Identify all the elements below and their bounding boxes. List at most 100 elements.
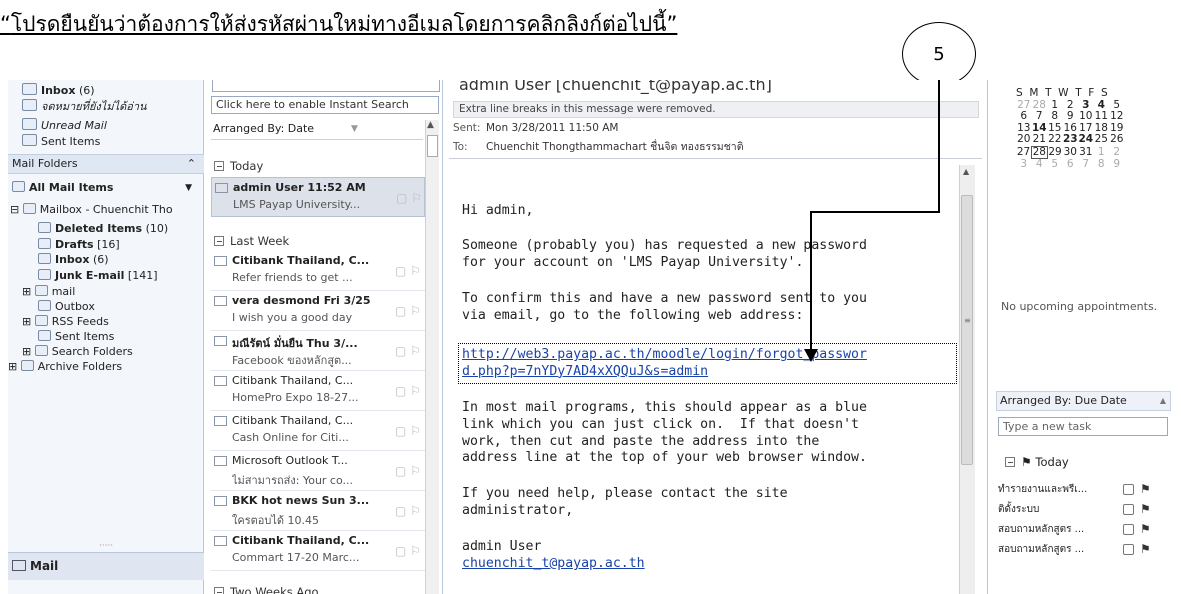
group-two-weeks-ago[interactable]: Two Weeks Ago [211, 582, 425, 594]
folder-inbox[interactable]: Inbox (6) [8, 252, 204, 268]
scroll-thumb[interactable] [427, 135, 438, 157]
flag-icon[interactable]: ▢ ⚐ [395, 344, 421, 358]
calendar-day[interactable]: 9 [1063, 110, 1079, 123]
folder-sent-items[interactable]: Sent Items [8, 329, 204, 345]
mailbox-root[interactable]: ⊟ Mailbox - Chuenchit Tho [8, 202, 204, 218]
calendar-day[interactable]: 7 [1032, 110, 1048, 123]
calendar-day[interactable]: 21 [1032, 133, 1048, 146]
calendar-day[interactable]: 11 [1094, 110, 1110, 123]
expander-icon[interactable]: ⊞ [22, 345, 31, 358]
folder-mail[interactable]: ⊞ mail [8, 284, 204, 300]
folder-drafts[interactable]: Drafts [16] [8, 237, 204, 253]
flag-icon[interactable]: ▢ ⚐ [395, 304, 421, 318]
to-value[interactable]: Chuenchit Thongthammachart ชื่นจิต ทองธร… [486, 141, 744, 153]
calendar-day[interactable]: 10 [1078, 110, 1094, 123]
calendar-day[interactable]: 2 [1109, 146, 1125, 159]
calendar-day[interactable]: 27 [1016, 146, 1032, 159]
mail-nav-button[interactable]: Mail [8, 552, 204, 580]
calendar-day[interactable]: 7 [1078, 158, 1094, 171]
scroll-up-icon[interactable]: ▲ [427, 120, 434, 130]
search-box-top[interactable] [212, 80, 440, 92]
folder-rss-feeds[interactable]: ⊞ RSS Feeds [8, 314, 204, 330]
task-category-box[interactable] [1123, 524, 1134, 535]
flag-icon[interactable]: ▢ ⚐ [395, 384, 421, 398]
calendar-day[interactable]: 23 [1063, 134, 1079, 146]
calendar-day[interactable]: 3 [1016, 158, 1032, 171]
nav-fav-unread-mail[interactable]: Unread Mail [8, 118, 204, 134]
folder-search-folders[interactable]: ⊞ Search Folders [8, 344, 204, 360]
message-item[interactable]: admin User 11:52 AM LMS Payap University.… [211, 177, 425, 217]
calendar-day[interactable]: 31 [1078, 146, 1094, 159]
task-item[interactable]: ติดั้งระบบ ⚑ [998, 500, 1178, 519]
message-item[interactable]: Citibank Thailand, C... Refer friends to … [211, 251, 425, 291]
flag-icon[interactable]: ▢ ⚐ [395, 264, 421, 278]
mail-folders-header[interactable]: Mail Folders ⌃ [8, 154, 204, 174]
flag-icon[interactable]: ⚑ [1140, 520, 1151, 539]
calendar-day[interactable]: 4 [1032, 158, 1048, 171]
expander-icon[interactable]: ⊞ [22, 315, 31, 328]
group-today[interactable]: Today [211, 156, 425, 176]
message-item[interactable]: มณีรัตน์ มั่นยืน Thu 3/... Facebook ของหล… [211, 331, 425, 371]
message-item[interactable]: vera desmond Fri 3/25 I wish you a good d… [211, 291, 425, 331]
flag-icon[interactable]: ▢ ⚐ [395, 424, 421, 438]
collapse-icon[interactable]: ⌃ [187, 155, 196, 173]
calendar-day-today[interactable]: 28 [1031, 145, 1048, 159]
calendar-day[interactable]: 6 [1063, 158, 1079, 171]
flag-icon[interactable]: ▢ ⚐ [395, 544, 421, 558]
flag-icon[interactable]: ▢ ⚐ [396, 191, 422, 205]
collapse-group-icon[interactable] [214, 587, 224, 594]
folder-deleted-items[interactable]: Deleted Items (10) [8, 221, 204, 237]
task-category-box[interactable] [1123, 504, 1134, 515]
expander-icon[interactable]: ⊞ [8, 360, 17, 373]
new-task-input[interactable]: Type a new task [998, 417, 1168, 436]
message-item[interactable]: Citibank Thailand, C... Cash Online for C… [211, 411, 425, 451]
task-item[interactable]: ทำรายงานและพรีเ... ⚑ [998, 480, 1178, 499]
collapse-group-icon[interactable] [214, 161, 224, 171]
list-scrollbar[interactable]: ▲ [425, 120, 439, 594]
message-item[interactable]: Citibank Thailand, C... HomePro Expo 18-2… [211, 371, 425, 411]
reading-scrollbar[interactable]: ▲ ≡ [959, 165, 975, 594]
task-category-box[interactable] [1123, 484, 1134, 495]
calendar-day[interactable]: 1 [1094, 146, 1110, 159]
calendar-day[interactable]: 25 [1094, 134, 1110, 146]
instant-search-hint[interactable]: Click here to enable Instant Search [211, 96, 439, 114]
nav-fav-unread-thai[interactable]: จดหมายที่ยังไม่ได้อ่าน [8, 99, 204, 115]
calendar-day[interactable]: 20 [1016, 134, 1032, 146]
calendar-day[interactable]: 12 [1109, 110, 1125, 123]
nav-fav-sent-items[interactable]: Sent Items [8, 134, 204, 150]
task-category-box[interactable] [1123, 544, 1134, 555]
info-bar[interactable]: Extra line breaks in this message were r… [453, 101, 979, 118]
sort-up-icon[interactable]: ▲ [1160, 392, 1166, 410]
folder-archive-folders[interactable]: ⊞ Archive Folders [8, 359, 204, 375]
scroll-up-icon[interactable]: ▲ [963, 167, 969, 176]
flag-icon[interactable]: ⚑ [1140, 480, 1151, 499]
calendar-day[interactable]: 22 [1047, 134, 1063, 146]
flag-icon[interactable]: ▢ ⚐ [395, 464, 421, 478]
calendar-day[interactable]: 8 [1047, 110, 1063, 123]
flag-icon[interactable]: ⚑ [1140, 540, 1151, 559]
arranged-by-header[interactable]: Arranged By: Date ▼ [211, 120, 423, 140]
group-last-week[interactable]: Last Week [211, 231, 425, 251]
message-item[interactable]: Microsoft Outlook T... ไม่สามารถส่ง: Your… [211, 451, 425, 491]
task-arranged-by[interactable]: Arranged By: Due Date ▲ [996, 391, 1171, 411]
collapse-group-icon[interactable] [214, 236, 224, 246]
all-mail-items-dropdown[interactable]: All Mail Items ▼ [8, 178, 204, 198]
reading-scroll-thumb[interactable]: ≡ [961, 195, 973, 465]
calendar-day[interactable]: 26 [1109, 134, 1125, 146]
expander-icon[interactable]: ⊞ [22, 285, 31, 298]
folder-junk-email[interactable]: Junk E-mail [141] [8, 268, 204, 284]
signature-email-link[interactable]: chuenchit_t@payap.ac.th [462, 556, 645, 573]
nav-fav-inbox[interactable]: Inbox (6) [8, 83, 204, 99]
calendar-day[interactable]: 24 [1078, 134, 1094, 146]
flag-icon[interactable]: ▢ ⚐ [395, 504, 421, 518]
task-group-today[interactable]: ⚑ Today [1002, 455, 1069, 469]
calendar-day[interactable]: 9 [1109, 158, 1125, 171]
collapse-group-icon[interactable] [1005, 457, 1015, 467]
task-item[interactable]: สอบถามหลักสูตร ... ⚑ [998, 540, 1178, 559]
calendar-day[interactable]: 29 [1047, 146, 1063, 159]
message-item[interactable]: Citibank Thailand, C... Commart 17-20 Mar… [211, 531, 425, 571]
task-item[interactable]: สอบถามหลักสูตร ... ⚑ [998, 520, 1178, 539]
calendar-day[interactable]: 30 [1063, 146, 1079, 159]
flag-icon[interactable]: ⚑ [1140, 500, 1151, 519]
calendar-day[interactable]: 6 [1016, 110, 1032, 123]
